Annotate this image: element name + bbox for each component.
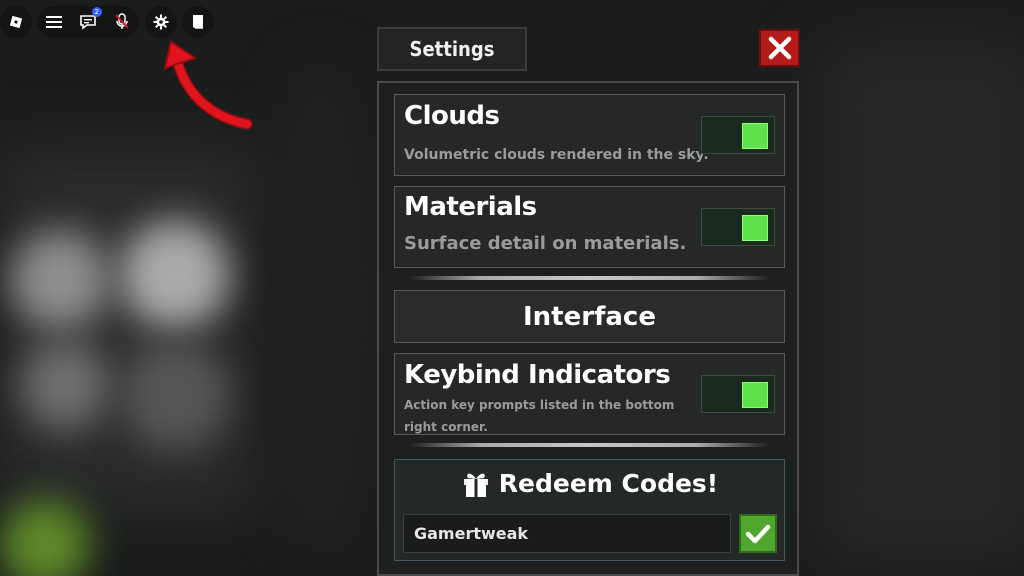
toggle-knob bbox=[742, 215, 768, 241]
chat-badge: 2 bbox=[91, 7, 102, 17]
close-icon bbox=[768, 36, 791, 60]
setting-row-keybind-indicators: Keybind Indicators Action key prompts li… bbox=[394, 353, 785, 435]
divider bbox=[409, 276, 769, 280]
checkmark-icon bbox=[745, 524, 771, 543]
keybind-indicators-toggle[interactable] bbox=[701, 375, 775, 413]
setting-row-materials: Materials Surface detail on materials. bbox=[394, 186, 785, 268]
book-button[interactable] bbox=[182, 6, 214, 38]
section-header-interface: Interface bbox=[394, 290, 785, 343]
setting-title: Materials bbox=[404, 192, 537, 222]
setting-description: Volumetric clouds rendered in the sky. bbox=[404, 147, 709, 163]
topbar-main-group: 2 bbox=[37, 6, 139, 38]
close-button[interactable] bbox=[759, 29, 800, 67]
materials-toggle[interactable] bbox=[701, 208, 775, 246]
red-arrow-annotation bbox=[163, 40, 253, 130]
toggle-knob bbox=[742, 123, 768, 149]
divider bbox=[409, 443, 769, 447]
setting-title: Keybind Indicators bbox=[404, 360, 671, 390]
setting-row-clouds: Clouds Volumetric clouds rendered in the… bbox=[394, 94, 785, 176]
gift-icon bbox=[463, 473, 488, 497]
settings-title: Settings bbox=[377, 27, 527, 71]
setting-description: Action key prompts listed in the bottom … bbox=[404, 398, 675, 434]
menu-icon[interactable] bbox=[42, 10, 66, 34]
settings-panel: Clouds Volumetric clouds rendered in the… bbox=[377, 81, 799, 576]
redeem-heading-label: Redeem Codes! bbox=[498, 468, 719, 498]
toggle-knob bbox=[742, 382, 768, 408]
gear-icon bbox=[149, 10, 173, 34]
clouds-toggle[interactable] bbox=[701, 116, 775, 154]
setting-title: Clouds bbox=[404, 101, 500, 131]
redeem-code-input[interactable] bbox=[403, 514, 731, 553]
mic-muted-icon[interactable] bbox=[110, 10, 134, 34]
chat-icon[interactable]: 2 bbox=[76, 7, 102, 34]
redeem-heading: Redeem Codes! bbox=[395, 468, 784, 498]
roblox-logo-icon bbox=[4, 10, 28, 34]
redeem-codes-section: Redeem Codes! bbox=[394, 459, 785, 561]
setting-description: Surface detail on materials. bbox=[404, 233, 687, 254]
roblox-menu-button[interactable] bbox=[0, 6, 32, 38]
redeem-submit-button[interactable] bbox=[739, 514, 777, 553]
settings-button[interactable] bbox=[145, 6, 177, 38]
book-icon bbox=[186, 10, 210, 34]
